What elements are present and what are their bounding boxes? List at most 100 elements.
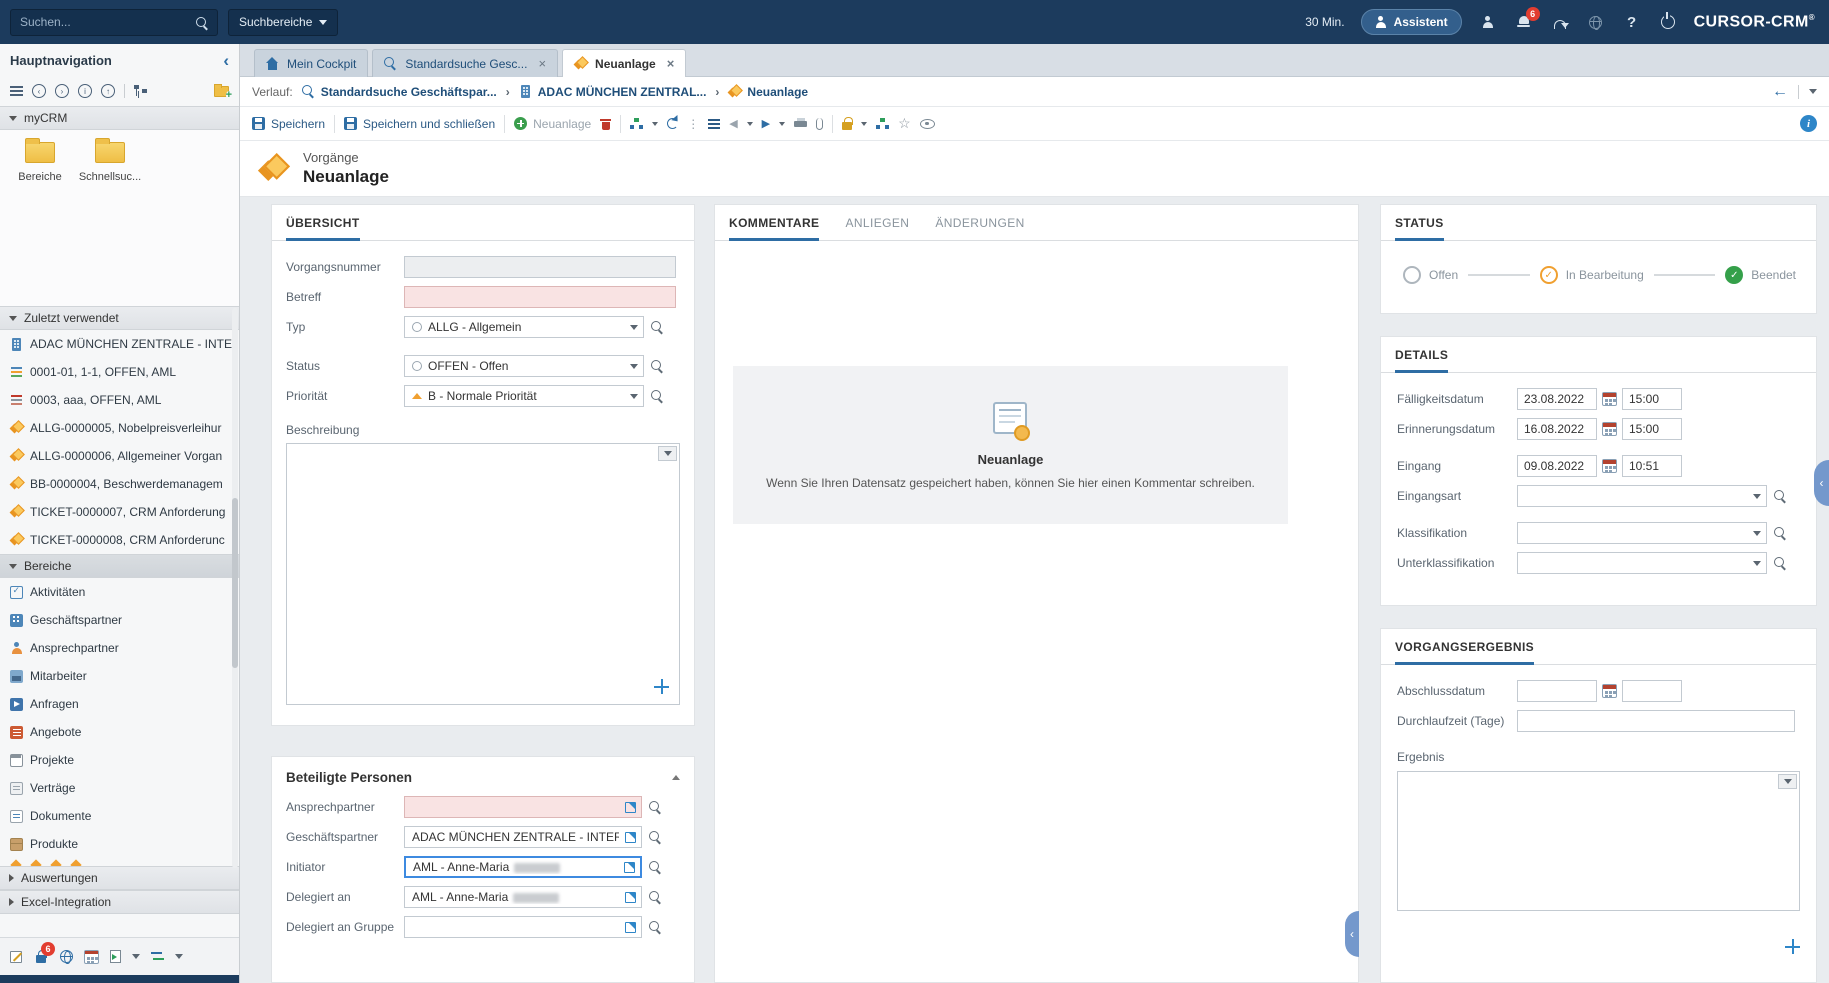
typ-field[interactable]: ALLG - Allgemein: [404, 316, 644, 338]
export-caret-icon[interactable]: [132, 954, 140, 959]
sidebar-item-ansprechpartner[interactable]: Ansprechpartner: [0, 634, 239, 662]
klassifikation-field[interactable]: [1517, 522, 1767, 544]
breadcrumb-item-adac[interactable]: ADAC MÜNCHEN ZENTRAL...: [519, 85, 707, 99]
search-input[interactable]: [10, 9, 218, 36]
process-icon[interactable]: [876, 118, 889, 130]
permissions-caret-icon[interactable]: [861, 122, 867, 126]
sidebar-item-produkte[interactable]: Produkte: [0, 830, 239, 858]
lookup-icon[interactable]: [1774, 557, 1787, 570]
workflow-caret-icon[interactable]: [652, 122, 658, 126]
web-icon[interactable]: [60, 950, 73, 963]
chevron-down-icon[interactable]: [625, 356, 643, 376]
open-record-icon[interactable]: [625, 802, 636, 813]
sidebar-item-angebote[interactable]: Angebote: [0, 718, 239, 746]
sidebar-item-anfragen[interactable]: Anfragen: [0, 690, 239, 718]
recent-item[interactable]: ALLG-0000006, Allgemeiner Vorgan: [0, 442, 239, 470]
section-areas[interactable]: Bereiche: [0, 554, 239, 578]
calendar-icon[interactable]: [1602, 392, 1617, 406]
tab-aenderungen[interactable]: ÄNDERUNGEN: [935, 216, 1024, 241]
lookup-icon[interactable]: [651, 360, 664, 373]
recent-item[interactable]: BB-0000004, Beschwerdemanagem: [0, 470, 239, 498]
lookup-icon[interactable]: [1774, 527, 1787, 540]
logout-icon[interactable]: [1658, 12, 1678, 32]
chevron-down-icon[interactable]: [625, 386, 643, 406]
recent-item[interactable]: ADAC MÜNCHEN ZENTRALE - INTE: [0, 330, 239, 358]
nav-previous-caret-icon[interactable]: [747, 122, 753, 126]
folder-schnellsuche[interactable]: Schnellsuc...: [78, 142, 142, 183]
search-areas-button[interactable]: Suchbereiche: [228, 9, 338, 36]
workflow-icon[interactable]: [630, 118, 643, 130]
redo-icon[interactable]: [1550, 12, 1570, 32]
faelligkeitsdatum-date[interactable]: [1517, 388, 1597, 410]
breadcrumb-item-suche[interactable]: Standardsuche Geschäftspar...: [302, 85, 497, 99]
erinnerungsdatum-date[interactable]: [1517, 418, 1597, 440]
up-circle-icon[interactable]: ↑: [101, 84, 115, 98]
panel-slide-handle[interactable]: ‹: [1345, 911, 1359, 957]
text-template-dropdown[interactable]: [658, 446, 677, 461]
history-dropdown-icon[interactable]: [1809, 89, 1817, 94]
delegiert-an-field[interactable]: AML - Anne-Maria: [404, 886, 642, 908]
prioritaet-field[interactable]: B - Normale Priorität: [404, 385, 644, 407]
attachment-icon[interactable]: [816, 118, 823, 130]
right-panel-slide-handle[interactable]: ‹: [1814, 460, 1829, 506]
collapse-icon[interactable]: [672, 775, 680, 780]
recent-item[interactable]: ALLG-0000005, Nobelpreisverleihur: [0, 414, 239, 442]
lookup-icon[interactable]: [649, 891, 662, 904]
folder-bereiche[interactable]: Bereiche: [8, 142, 72, 183]
tab-standardsuche[interactable]: Standardsuche Gesc... ×: [372, 49, 558, 77]
sync-caret-icon[interactable]: [175, 954, 183, 959]
chevron-down-icon[interactable]: [1748, 553, 1766, 573]
close-icon[interactable]: ×: [538, 57, 546, 70]
beschreibung-textarea[interactable]: [286, 443, 680, 705]
new-folder-icon[interactable]: [214, 86, 229, 97]
nav-next-icon[interactable]: ▶: [762, 117, 770, 130]
sidebar-item-projekte[interactable]: Projekte: [0, 746, 239, 774]
refresh-icon[interactable]: [667, 118, 678, 129]
section-mycrm[interactable]: myCRM: [0, 106, 239, 130]
tree-view-icon[interactable]: [134, 85, 147, 98]
chevron-down-icon[interactable]: [625, 317, 643, 337]
eingang-time[interactable]: [1622, 455, 1682, 477]
chevron-down-icon[interactable]: [1748, 523, 1766, 543]
durchlaufzeit-field[interactable]: [1517, 710, 1795, 732]
abschlussdatum-date[interactable]: [1517, 680, 1597, 702]
eingangsart-field[interactable]: [1517, 485, 1767, 507]
info-circle-icon[interactable]: i: [78, 84, 92, 98]
assistant-button[interactable]: Assistent: [1361, 9, 1462, 35]
open-record-icon[interactable]: [625, 892, 636, 903]
notes-icon[interactable]: [10, 951, 22, 963]
search-icon[interactable]: [196, 17, 209, 30]
nav-next-caret-icon[interactable]: [779, 122, 785, 126]
ansprechpartner-field[interactable]: [404, 796, 642, 818]
sidebar-item-vertraege[interactable]: Verträge: [0, 774, 239, 802]
nav-forward-icon[interactable]: ›: [55, 84, 69, 98]
save-close-button[interactable]: Speichern und schließen: [344, 117, 495, 131]
lookup-icon[interactable]: [649, 801, 662, 814]
section-excel-integration[interactable]: Excel-Integration: [0, 890, 239, 914]
sidebar-item-dokumente[interactable]: Dokumente: [0, 802, 239, 830]
move-icon[interactable]: [654, 679, 669, 694]
lookup-icon[interactable]: [1774, 490, 1787, 503]
sidebar-item-aktivitaeten[interactable]: Aktivitäten: [0, 578, 239, 606]
initiator-field[interactable]: AML - Anne-Maria: [404, 856, 642, 878]
tab-kommentare[interactable]: KOMMENTARE: [729, 216, 819, 241]
notifications-icon[interactable]: 6: [1514, 12, 1534, 32]
eingang-date[interactable]: [1517, 455, 1597, 477]
sidebar-collapse-icon[interactable]: ‹: [223, 52, 229, 69]
tab-vorgangsergebnis[interactable]: VORGANGSERGEBNIS: [1395, 640, 1534, 665]
save-button[interactable]: Speichern: [252, 117, 325, 131]
favorite-icon[interactable]: ☆: [898, 115, 911, 132]
section-recent[interactable]: Zuletzt verwendet: [0, 306, 239, 330]
lookup-icon[interactable]: [651, 390, 664, 403]
calendar-icon[interactable]: [84, 950, 99, 964]
recent-item[interactable]: TICKET-0000008, CRM Anforderunc: [0, 526, 239, 554]
sidebar-item-geschaeftspartner[interactable]: Geschäftspartner: [0, 606, 239, 634]
user-icon[interactable]: [1478, 12, 1498, 32]
tab-anliegen[interactable]: ANLIEGEN: [845, 216, 909, 241]
calendar-icon[interactable]: [1602, 459, 1617, 473]
calendar-icon[interactable]: [1602, 422, 1617, 436]
info-icon[interactable]: i: [1800, 115, 1817, 132]
tab-details[interactable]: DETAILS: [1395, 348, 1448, 373]
close-icon[interactable]: ×: [667, 57, 675, 70]
nav-previous-icon[interactable]: ◀: [729, 117, 737, 130]
